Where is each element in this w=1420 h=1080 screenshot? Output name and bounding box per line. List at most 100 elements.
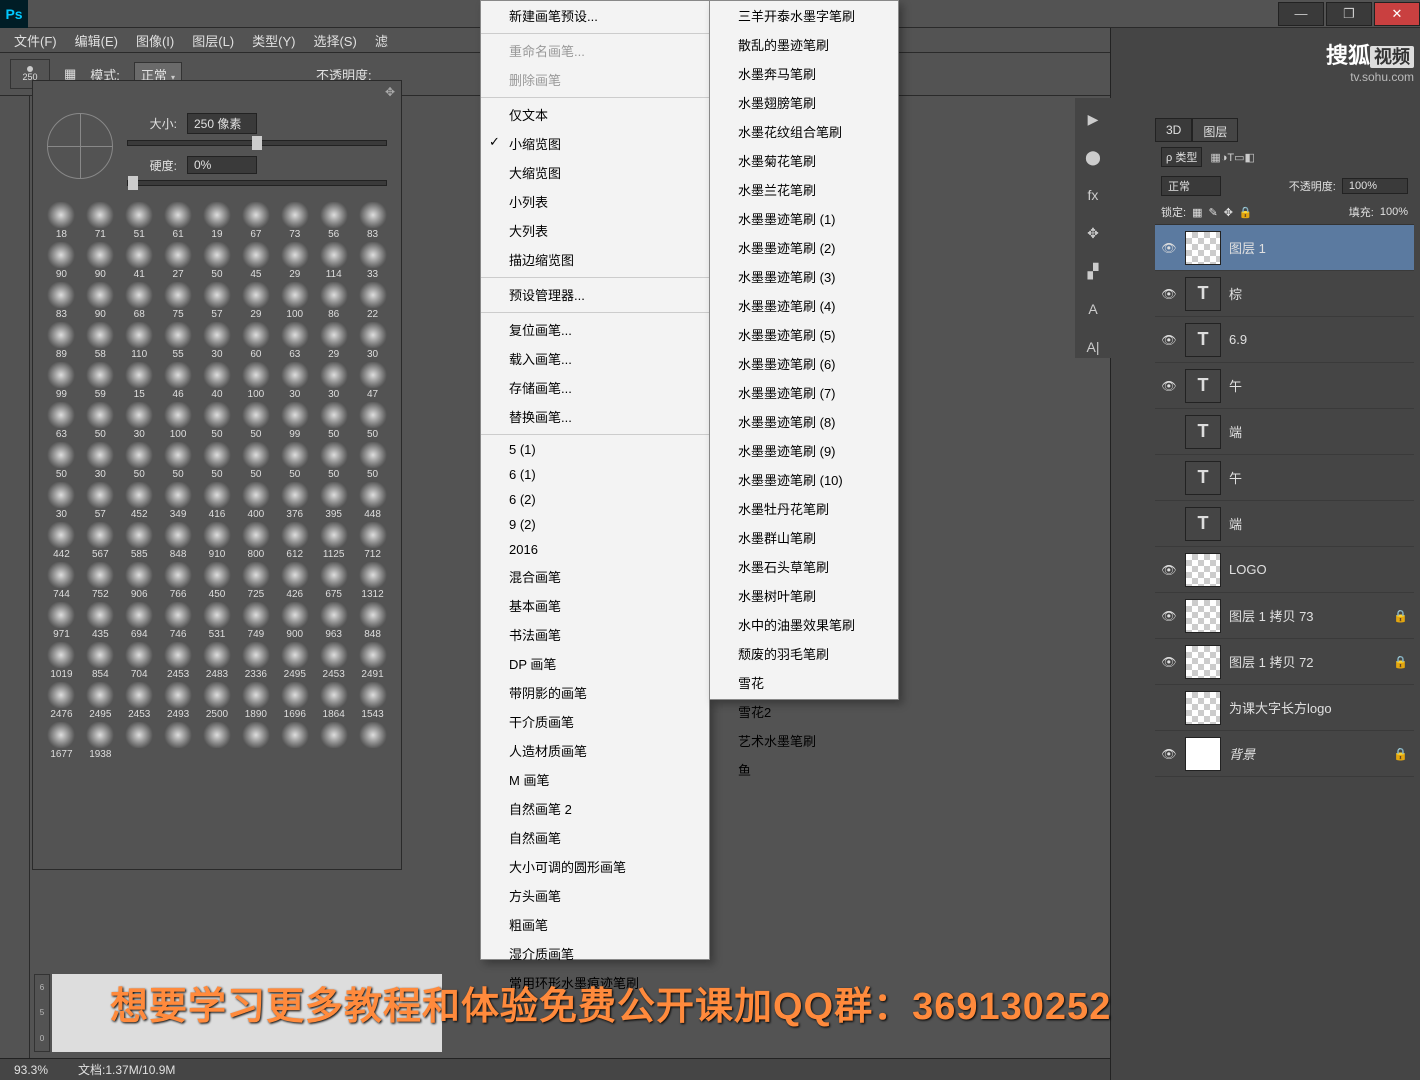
brush-thumbnail[interactable]: 68: [121, 282, 158, 320]
menu-item[interactable]: 鱼: [710, 755, 898, 784]
opacity-input[interactable]: 100%: [1342, 178, 1408, 194]
layer-filter-dropdown[interactable]: ρ 类型: [1161, 147, 1202, 167]
brush-angle-widget[interactable]: [47, 113, 113, 179]
brush-thumbnail[interactable]: 100: [160, 402, 197, 440]
brush-thumbnail[interactable]: 531: [199, 602, 236, 640]
visibility-icon[interactable]: 👁: [1161, 287, 1177, 301]
menu-item[interactable]: 大小可调的圆形画笔: [481, 852, 709, 881]
menu-item[interactable]: 水墨墨迹笔刷 (5): [710, 320, 898, 349]
menu-item[interactable]: 仅文本: [481, 97, 709, 129]
brush-thumbnail[interactable]: 704: [121, 642, 158, 680]
brush-thumbnail[interactable]: 57: [199, 282, 236, 320]
menu-item[interactable]: 混合画笔: [481, 562, 709, 591]
brush-thumbnail[interactable]: 2500: [199, 682, 236, 720]
brush-thumbnail[interactable]: 61: [160, 202, 197, 240]
brush-thumbnail[interactable]: 99: [276, 402, 313, 440]
brush-thumbnail[interactable]: 50: [160, 442, 197, 480]
brush-thumbnail[interactable]: 73: [276, 202, 313, 240]
brush-thumbnail[interactable]: 55: [160, 322, 197, 360]
brush-thumbnail[interactable]: 848: [354, 602, 391, 640]
menu-item[interactable]: 类型(Y): [244, 29, 303, 52]
brush-thumbnail[interactable]: 612: [276, 522, 313, 560]
brush-thumbnail[interactable]: 2483: [199, 642, 236, 680]
brush-thumbnail[interactable]: 75: [160, 282, 197, 320]
brush-thumbnail[interactable]: 416: [199, 482, 236, 520]
brush-thumbnail[interactable]: 50: [354, 442, 391, 480]
brush-thumbnail[interactable]: 675: [315, 562, 352, 600]
menu-item[interactable]: 湿介质画笔: [481, 939, 709, 968]
menu-item[interactable]: 复位画笔...: [481, 312, 709, 344]
brush-thumbnail[interactable]: 50: [315, 442, 352, 480]
brush-thumbnail[interactable]: 60: [237, 322, 274, 360]
brush-thumbnail[interactable]: 90: [82, 282, 119, 320]
brush-thumbnail[interactable]: 40: [199, 362, 236, 400]
brush-thumbnail[interactable]: 2495: [276, 642, 313, 680]
brush-thumbnail[interactable]: 452: [121, 482, 158, 520]
brush-thumbnail[interactable]: 30: [82, 442, 119, 480]
brush-thumbnail[interactable]: 448: [354, 482, 391, 520]
menu-item[interactable]: 水墨奔马笔刷: [710, 59, 898, 88]
layer-row[interactable]: 👁LOGO: [1155, 547, 1414, 593]
menu-item[interactable]: 水墨群山笔刷: [710, 523, 898, 552]
brush-thumbnail[interactable]: 1890: [237, 682, 274, 720]
menu-item[interactable]: 大列表: [481, 216, 709, 245]
menu-item[interactable]: 水墨花纹组合笔刷: [710, 117, 898, 146]
brush-thumbnail[interactable]: [276, 722, 313, 760]
brush-thumbnail[interactable]: [315, 722, 352, 760]
menu-item[interactable]: 水墨牡丹花笔刷: [710, 494, 898, 523]
menu-item[interactable]: 水墨墨迹笔刷 (9): [710, 436, 898, 465]
brush-thumbnail[interactable]: 110: [121, 322, 158, 360]
menu-item[interactable]: 水墨墨迹笔刷 (3): [710, 262, 898, 291]
menu-item[interactable]: 雪花2: [710, 697, 898, 726]
brush-thumbnail[interactable]: 910: [199, 522, 236, 560]
brush-thumbnail[interactable]: 50: [121, 442, 158, 480]
menu-item[interactable]: 水墨墨迹笔刷 (7): [710, 378, 898, 407]
brush-thumbnail[interactable]: 2453: [315, 642, 352, 680]
menu-item[interactable]: 小缩览图: [481, 129, 709, 158]
layer-row[interactable]: 👁图层 1 拷贝 72🔒: [1155, 639, 1414, 685]
menu-item[interactable]: 散乱的墨迹笔刷: [710, 30, 898, 59]
visibility-icon[interactable]: 👁: [1161, 241, 1177, 255]
brush-thumbnail[interactable]: 50: [354, 402, 391, 440]
brush-thumbnail[interactable]: 90: [43, 242, 80, 280]
brush-thumbnail[interactable]: 63: [43, 402, 80, 440]
brush-thumbnail[interactable]: 45: [237, 242, 274, 280]
menu-item[interactable]: 粗画笔: [481, 910, 709, 939]
menu-item[interactable]: 9 (2): [481, 512, 709, 537]
brush-thumbnail[interactable]: 435: [82, 602, 119, 640]
lock-pixels-icon[interactable]: ▦: [1192, 206, 1202, 219]
menu-item[interactable]: 三羊开泰水墨字笔刷: [710, 1, 898, 30]
filter-icon[interactable]: ▦: [1210, 152, 1220, 164]
menu-item[interactable]: 选择(S): [305, 29, 364, 52]
brush-thumbnail[interactable]: 712: [354, 522, 391, 560]
menu-item[interactable]: 描边缩览图: [481, 245, 709, 274]
brush-thumbnail[interactable]: 30: [199, 322, 236, 360]
brush-thumbnail[interactable]: 50: [199, 242, 236, 280]
brush-thumbnail[interactable]: 1019: [43, 642, 80, 680]
brush-thumbnail[interactable]: 744: [43, 562, 80, 600]
brush-thumbnail[interactable]: 848: [160, 522, 197, 560]
menu-item[interactable]: 存储画笔...: [481, 373, 709, 402]
brush-thumbnail[interactable]: 33: [354, 242, 391, 280]
brush-thumbnail[interactable]: 29: [237, 282, 274, 320]
menu-item[interactable]: 小列表: [481, 187, 709, 216]
brush-thumbnail[interactable]: 41: [121, 242, 158, 280]
menu-item[interactable]: 水墨树叶笔刷: [710, 581, 898, 610]
brush-thumbnail[interactable]: 752: [82, 562, 119, 600]
brush-thumbnail[interactable]: 58: [82, 322, 119, 360]
visibility-icon[interactable]: 👁: [1161, 333, 1177, 347]
hardness-slider[interactable]: [127, 180, 387, 186]
menu-item[interactable]: 替换画笔...: [481, 402, 709, 431]
blend-mode-dropdown[interactable]: 正常: [1161, 176, 1221, 196]
menu-item[interactable]: 水墨墨迹笔刷 (2): [710, 233, 898, 262]
brush-thumbnail[interactable]: 400: [237, 482, 274, 520]
brush-thumbnail[interactable]: 27: [160, 242, 197, 280]
brush-thumbnail[interactable]: 50: [237, 402, 274, 440]
brush-thumbnail[interactable]: 376: [276, 482, 313, 520]
layer-row[interactable]: 👁图层 1: [1155, 225, 1414, 271]
brush-thumbnail[interactable]: 426: [276, 562, 313, 600]
layer-row[interactable]: 👁T午: [1155, 363, 1414, 409]
tab-3d[interactable]: 3D: [1155, 118, 1192, 142]
menu-item[interactable]: 新建画笔预设...: [481, 1, 709, 30]
lock-all-icon[interactable]: 🔒: [1239, 206, 1253, 219]
